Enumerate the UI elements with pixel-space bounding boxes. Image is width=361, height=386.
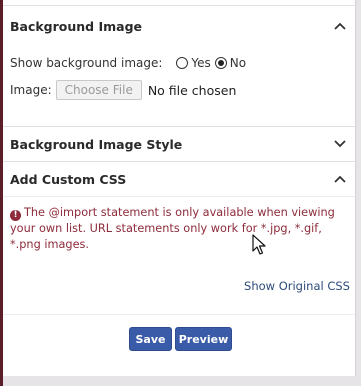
radio-yes-label[interactable]: Yes [191, 56, 210, 70]
settings-panel: Background Image Show background image: … [3, 0, 356, 376]
custom-css-header[interactable]: Add Custom CSS [3, 162, 355, 196]
image-label: Image: [10, 83, 52, 97]
divider [3, 314, 355, 315]
chevron-up-icon[interactable] [333, 19, 347, 33]
custom-css-title: Add Custom CSS [10, 171, 127, 187]
background-image-header[interactable]: Background Image [3, 9, 355, 43]
mouse-cursor-icon [252, 234, 266, 260]
no-file-text: No file chosen [147, 82, 237, 98]
chevron-up-icon[interactable] [333, 172, 347, 186]
chevron-down-icon[interactable] [333, 137, 347, 151]
radio-yes[interactable] [176, 57, 189, 69]
choose-file-button[interactable]: Choose File [55, 80, 142, 100]
warning-line-2: your own list. URL statements only work … [10, 222, 322, 235]
import-warning: ! The @import statement is only available… [10, 205, 350, 253]
warning-line-1: The @import statement is only available … [24, 206, 335, 219]
preview-button[interactable]: Preview [175, 327, 232, 351]
save-button[interactable]: Save [129, 327, 172, 351]
radio-no[interactable] [214, 57, 227, 69]
warning-line-3: *.png images. [10, 238, 89, 251]
image-row: Image: Choose File No file chosen [10, 80, 236, 100]
previous-section-edge [3, 0, 355, 6]
divider [3, 196, 355, 197]
background-image-style-header[interactable]: Background Image Style [3, 127, 355, 161]
radio-no-label[interactable]: No [230, 56, 246, 70]
background-image-style-title: Background Image Style [10, 136, 183, 152]
show-background-row: Show background image: Yes No [10, 56, 246, 70]
show-original-css-link[interactable]: Show Original CSS [244, 279, 350, 293]
background-image-title: Background Image [10, 18, 143, 34]
show-background-label: Show background image: [10, 56, 163, 70]
alert-icon: ! [10, 210, 21, 221]
